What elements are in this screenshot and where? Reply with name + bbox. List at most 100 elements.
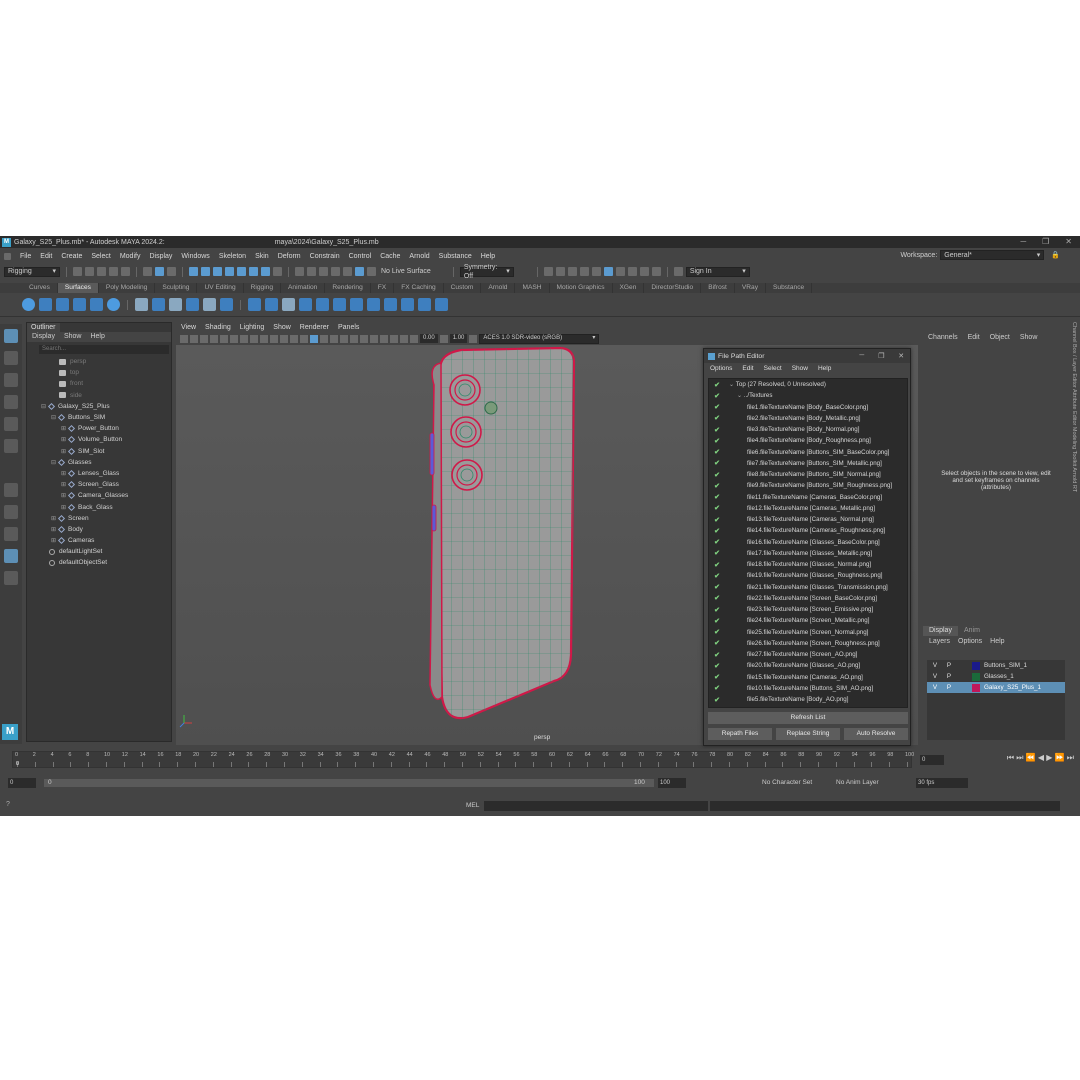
isolate-select-icon[interactable] xyxy=(380,334,388,343)
square-surface-icon[interactable] xyxy=(248,298,261,311)
shelf-tab-mash[interactable]: MASH xyxy=(515,283,550,293)
menu-arnold[interactable]: Arnold xyxy=(409,253,429,260)
auto-resolve-button[interactable]: Auto Resolve xyxy=(844,728,908,740)
fpe-file-row[interactable]: ✔ file11.fileTextureName [Cameras_BaseCol… xyxy=(709,492,907,503)
symmetry-dropdown[interactable]: Symmetry: Off ▾ xyxy=(459,264,514,280)
expand-toggle-icon[interactable]: ⊞ xyxy=(61,436,67,443)
layer-row[interactable]: V P Buttons_SIM_1 xyxy=(927,660,1065,671)
extend-surface-icon[interactable] xyxy=(418,298,431,311)
layer-tab-anim[interactable]: Anim xyxy=(958,626,986,636)
expand-toggle-icon[interactable]: ⊞ xyxy=(61,425,67,432)
replace-string-button[interactable]: Replace String xyxy=(776,728,840,740)
fpe-menu-show[interactable]: Show xyxy=(792,363,808,374)
layer-menu-help[interactable]: Help xyxy=(990,637,1004,647)
live-surface-label[interactable]: No Live Surface xyxy=(381,268,431,275)
shelf-tab-rigging[interactable]: Rigging xyxy=(244,283,282,293)
layer-row[interactable]: V P Glasses_1 xyxy=(927,671,1065,682)
lights-icon[interactable] xyxy=(330,334,338,343)
attach-surfaces-icon[interactable] xyxy=(367,298,380,311)
outliner-node[interactable]: ⊞ Back_Glass xyxy=(27,501,171,512)
expand-toggle-icon[interactable]: ⊞ xyxy=(51,537,57,544)
shelf-tab-poly-modeling[interactable]: Poly Modeling xyxy=(99,283,156,293)
mask-icon[interactable] xyxy=(237,267,246,276)
layer-color-swatch[interactable] xyxy=(972,683,980,692)
expand-toggle-icon[interactable]: ⊟ xyxy=(51,459,57,466)
gamma-field[interactable]: 1.00 xyxy=(449,334,468,343)
anti-aliasing-icon[interactable] xyxy=(370,334,378,343)
shelf-tab-xgen[interactable]: XGen xyxy=(613,283,645,293)
expand-toggle-icon[interactable]: ⊞ xyxy=(61,492,67,499)
mask-icon[interactable] xyxy=(201,267,210,276)
outliner-search-input[interactable]: Search... xyxy=(39,345,169,354)
nurbs-sphere-icon[interactable] xyxy=(22,298,35,311)
menu-set-dropdown[interactable]: Rigging ▾ xyxy=(4,266,60,277)
fpe-top-row[interactable]: ✔ ⌄ Top (27 Resolved, 0 Unresolved) xyxy=(709,379,907,390)
vray-ipr-icon[interactable] xyxy=(639,267,649,276)
revolve-icon[interactable] xyxy=(169,298,182,311)
layer-menu-layers[interactable]: Layers xyxy=(929,637,950,647)
fpe-menu-select[interactable]: Select xyxy=(764,363,782,374)
grid-icon[interactable] xyxy=(220,334,228,343)
bevel-icon[interactable] xyxy=(265,298,278,311)
fpe-file-row[interactable]: ✔ file4.fileTextureName [Body_Roughness.p… xyxy=(709,435,907,446)
fpe-file-row[interactable]: ✔ file7.fileTextureName [Buttons_SIM_Meta… xyxy=(709,458,907,469)
outliner-node[interactable]: ⊞ Screen_Glass xyxy=(27,479,171,490)
expand-toggle-icon[interactable]: ⊟ xyxy=(51,414,57,421)
lock-icon[interactable]: 🔒 xyxy=(1051,251,1060,259)
current-frame-field[interactable]: 0 xyxy=(920,755,944,765)
color-space-dropdown[interactable]: ACES 1.0 SDR-video (sRGB) ▾ xyxy=(479,333,600,344)
shelf-tab-bifrost[interactable]: Bifrost xyxy=(701,283,735,293)
workspace-dropdown[interactable]: General* ▾ xyxy=(940,250,1045,260)
safe-action-icon[interactable] xyxy=(270,334,278,343)
field-chart-icon[interactable] xyxy=(260,334,268,343)
shelf-tab-sculpting[interactable]: Sculpting xyxy=(155,283,198,293)
channel-menu-show[interactable]: Show xyxy=(1020,333,1038,343)
planar-icon[interactable] xyxy=(152,298,165,311)
menu-create[interactable]: Create xyxy=(61,253,82,260)
menu-select[interactable]: Select xyxy=(91,253,110,260)
menu-skeleton[interactable]: Skeleton xyxy=(219,253,246,260)
mask-icon[interactable] xyxy=(261,267,270,276)
wireframe-icon[interactable] xyxy=(290,334,298,343)
fpe-file-row[interactable]: ✔ file25.fileTextureName [Screen_Normal.p… xyxy=(709,627,907,638)
channel-menu-channels[interactable]: Channels xyxy=(928,333,958,343)
outliner-node[interactable]: ⊟ Galaxy_S25_Plus xyxy=(27,401,171,412)
gamma-icon[interactable] xyxy=(439,334,448,343)
fpe-file-row[interactable]: ✔ file6.fileTextureName [Buttons_SIM_Base… xyxy=(709,447,907,458)
single-perspective-layout-icon[interactable] xyxy=(4,483,18,497)
undo-icon[interactable] xyxy=(109,267,118,276)
camera-select-icon[interactable] xyxy=(180,334,188,343)
outliner-node[interactable]: top xyxy=(27,367,171,378)
fpe-menu-edit[interactable]: Edit xyxy=(742,363,753,374)
save-scene-icon[interactable] xyxy=(97,267,106,276)
side-tab-strip[interactable]: Channel Box / Layer Editor Attribute Edi… xyxy=(1069,322,1077,582)
ipr-render-icon[interactable] xyxy=(567,267,577,276)
vray-render-icon[interactable] xyxy=(627,267,637,276)
outliner-node[interactable]: defaultObjectSet xyxy=(27,557,171,568)
smooth-shade-icon[interactable] xyxy=(300,334,308,343)
fpe-file-row[interactable]: ✔ file21.fileTextureName [Glasses_Transmi… xyxy=(709,582,907,593)
menu-windows[interactable]: Windows xyxy=(181,253,209,260)
four-view-layout-icon[interactable] xyxy=(4,505,18,519)
shelf-tab-directorstudio[interactable]: DirectorStudio xyxy=(644,283,702,293)
channel-menu-edit[interactable]: Edit xyxy=(968,333,980,343)
viewport-menu-shading[interactable]: Shading xyxy=(205,322,231,333)
fpe-file-row[interactable]: ✔ file9.fileTextureName [Buttons_SIM_Roug… xyxy=(709,480,907,491)
fpe-close-button[interactable]: ✕ xyxy=(898,352,904,360)
exposure-icon[interactable] xyxy=(410,334,418,343)
sculpt-geometry-icon[interactable] xyxy=(435,298,448,311)
select-by-object-icon[interactable] xyxy=(155,267,164,276)
outliner-node[interactable]: persp xyxy=(27,356,171,367)
shadows-icon[interactable] xyxy=(340,334,348,343)
viewport-menu-renderer[interactable]: Renderer xyxy=(300,322,329,333)
shelf-tab-custom[interactable]: Custom xyxy=(444,283,482,293)
menu-file[interactable]: File xyxy=(20,253,31,260)
maximize-button[interactable]: ❐ xyxy=(1042,236,1049,248)
select-by-hierarchy-icon[interactable] xyxy=(143,267,152,276)
channel-menu-object[interactable]: Object xyxy=(990,333,1010,343)
layer-color-swatch[interactable] xyxy=(972,661,980,670)
outliner-node[interactable]: front xyxy=(27,378,171,389)
layer-tab-display[interactable]: Display xyxy=(923,626,958,636)
textured-icon[interactable] xyxy=(320,334,328,343)
render-frame-icon[interactable] xyxy=(555,267,565,276)
